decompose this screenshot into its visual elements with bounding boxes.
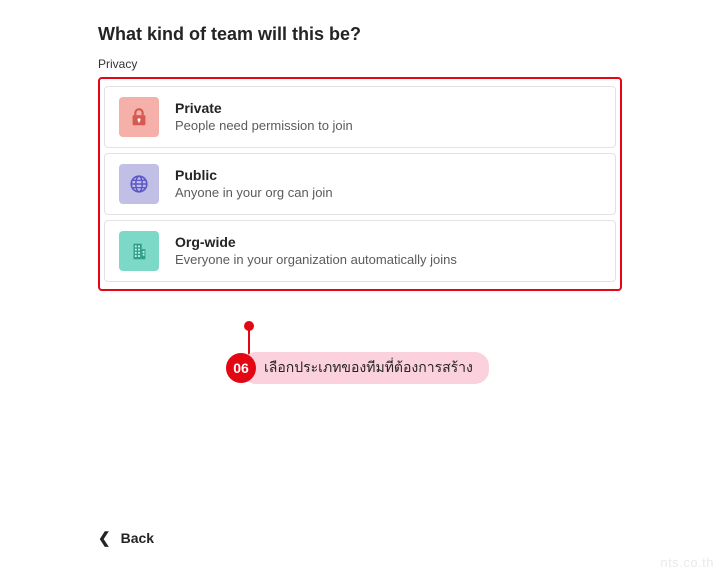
option-org-desc: Everyone in your organization automatica… <box>175 252 457 269</box>
option-public-title: Public <box>175 166 333 184</box>
callout-step-number: 06 <box>226 353 256 383</box>
building-icon <box>119 231 159 271</box>
instruction-callout: 06 เลือกประเภทของทีมที่ต้องการสร้าง <box>226 352 489 384</box>
watermark: nts.co.th <box>660 555 714 570</box>
option-private[interactable]: Private People need permission to join <box>104 86 616 148</box>
globe-icon <box>119 164 159 204</box>
option-private-title: Private <box>175 99 353 117</box>
back-button[interactable]: ❮ Back <box>98 530 154 546</box>
page-title: What kind of team will this be? <box>98 24 622 45</box>
lock-icon <box>119 97 159 137</box>
option-public-desc: Anyone in your org can join <box>175 185 333 202</box>
privacy-options-highlight: Private People need permission to join P… <box>98 77 622 291</box>
chevron-left-icon: ❮ <box>98 531 111 546</box>
option-org-wide[interactable]: Org-wide Everyone in your organization a… <box>104 220 616 282</box>
option-private-desc: People need permission to join <box>175 118 353 135</box>
back-button-label: Back <box>121 530 154 546</box>
option-org-title: Org-wide <box>175 233 457 251</box>
callout-text: เลือกประเภทของทีมที่ต้องการสร้าง <box>242 352 489 384</box>
option-public[interactable]: Public Anyone in your org can join <box>104 153 616 215</box>
privacy-label: Privacy <box>98 57 622 71</box>
